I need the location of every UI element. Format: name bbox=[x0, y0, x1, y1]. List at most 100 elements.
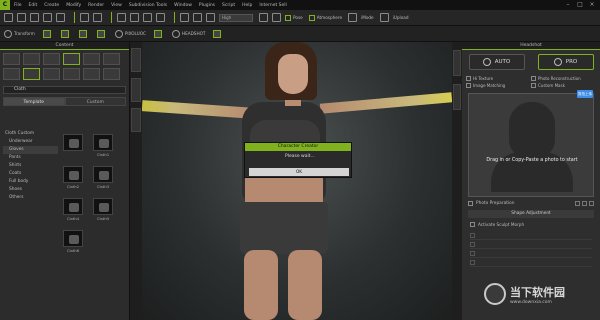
tree-item[interactable]: Gloves bbox=[3, 146, 58, 154]
tree-item[interactable]: Cloth Custom bbox=[3, 130, 58, 138]
menu-script[interactable]: Script bbox=[222, 3, 235, 8]
category-icon[interactable] bbox=[103, 68, 120, 80]
side-tab[interactable] bbox=[131, 78, 141, 102]
zoom-icon[interactable] bbox=[206, 13, 215, 22]
adjustment-item[interactable] bbox=[470, 231, 592, 240]
tree-item[interactable]: Shoes bbox=[3, 186, 58, 194]
checkbox[interactable] bbox=[468, 201, 473, 206]
tab-template[interactable]: Template bbox=[3, 97, 65, 106]
checkbox[interactable] bbox=[470, 259, 475, 265]
option-image-matching[interactable]: Image Matching bbox=[466, 83, 531, 88]
atmosphere-checkbox[interactable] bbox=[308, 14, 315, 21]
tree-item[interactable]: Coats bbox=[3, 170, 58, 178]
menu-edit[interactable]: Edit bbox=[29, 3, 38, 8]
redo-icon[interactable] bbox=[93, 13, 102, 22]
light-icon[interactable] bbox=[259, 13, 268, 22]
category-icon[interactable] bbox=[43, 68, 60, 80]
menu-internet-sell[interactable]: Internet Sell bbox=[259, 3, 286, 8]
minimize-icon[interactable]: – bbox=[562, 0, 574, 10]
pose-checkbox[interactable] bbox=[285, 14, 291, 21]
side-tab[interactable] bbox=[131, 48, 141, 72]
quality-select[interactable]: High bbox=[219, 13, 253, 22]
thumbnail[interactable] bbox=[62, 134, 84, 158]
export-icon[interactable] bbox=[56, 13, 65, 22]
tool-icon[interactable] bbox=[42, 29, 51, 38]
tree-item[interactable]: Underwear bbox=[3, 138, 58, 146]
checkbox[interactable] bbox=[531, 83, 536, 88]
control-icon[interactable] bbox=[589, 201, 594, 206]
category-icon[interactable] bbox=[63, 68, 80, 80]
checkbox[interactable] bbox=[470, 241, 475, 247]
thumbnail[interactable]: Cloth2 bbox=[62, 166, 84, 190]
upload-icon[interactable] bbox=[379, 13, 389, 22]
3d-viewport[interactable] bbox=[142, 42, 452, 320]
tree-item[interactable]: Full body bbox=[3, 178, 58, 186]
menu-help[interactable]: Help bbox=[242, 3, 252, 8]
tree-item[interactable]: Pants bbox=[3, 154, 58, 162]
auto-mode-button[interactable]: AUTO bbox=[468, 54, 525, 70]
menu-window[interactable]: Window bbox=[174, 3, 192, 8]
rotate-icon[interactable] bbox=[143, 13, 152, 22]
category-icon[interactable] bbox=[43, 53, 60, 65]
adjustment-item[interactable] bbox=[470, 249, 592, 258]
thumbnail[interactable]: Cloth5 bbox=[92, 198, 114, 222]
transform-button[interactable]: Transform bbox=[4, 29, 35, 38]
option-custom-mask[interactable]: Custom Mask bbox=[531, 83, 596, 88]
category-icon[interactable] bbox=[3, 68, 20, 80]
content-path[interactable]: Cloth bbox=[3, 86, 126, 94]
tab-custom[interactable]: Custom bbox=[64, 97, 126, 106]
grid-icon[interactable] bbox=[272, 13, 281, 22]
photo-drop-zone[interactable]: 剪拍上传 Drag in or Copy-Paste a photo to st… bbox=[468, 90, 594, 197]
move-icon[interactable] bbox=[130, 13, 139, 22]
tree-item[interactable]: Others bbox=[3, 194, 58, 202]
pixie-button[interactable]: PIXOLUOC bbox=[114, 29, 146, 38]
menu-plugins[interactable]: Plugins bbox=[199, 3, 215, 8]
tool-icon[interactable] bbox=[96, 29, 105, 38]
menu-view[interactable]: View bbox=[111, 3, 122, 8]
import-icon[interactable] bbox=[43, 13, 52, 22]
maximize-icon[interactable]: □ bbox=[574, 0, 586, 10]
menu-create[interactable]: Create bbox=[44, 3, 59, 8]
iupload-label[interactable]: iUpload bbox=[393, 15, 409, 20]
headshot-button[interactable]: HEADSHOT bbox=[171, 29, 205, 38]
upload-badge[interactable]: 剪拍上传 bbox=[577, 90, 593, 98]
category-icon[interactable] bbox=[83, 68, 100, 80]
checkbox[interactable] bbox=[470, 222, 475, 227]
close-icon[interactable]: × bbox=[586, 0, 598, 10]
option-photo-reconstruction[interactable]: Photo Reconstruction bbox=[531, 76, 596, 81]
side-tab[interactable] bbox=[131, 108, 141, 132]
tree-item[interactable]: Shirts bbox=[3, 162, 58, 170]
trash-icon[interactable] bbox=[213, 29, 222, 38]
adjustment-item[interactable] bbox=[470, 258, 592, 267]
control-icon[interactable] bbox=[575, 201, 580, 206]
checkbox[interactable] bbox=[470, 250, 475, 256]
tool-icon[interactable] bbox=[78, 29, 87, 38]
tool-icon[interactable] bbox=[60, 29, 69, 38]
category-icon[interactable] bbox=[3, 53, 20, 65]
thumbnail[interactable]: Cloth3 bbox=[92, 166, 114, 190]
ok-button[interactable]: OK bbox=[249, 168, 349, 176]
mode-icon[interactable] bbox=[348, 13, 358, 22]
scale-icon[interactable] bbox=[156, 13, 165, 22]
menu-subdivision-tools[interactable]: Subdivision Tools bbox=[129, 3, 167, 8]
menu-file[interactable]: File bbox=[14, 3, 22, 8]
checkbox[interactable] bbox=[466, 76, 471, 81]
adjustment-item[interactable] bbox=[470, 240, 592, 249]
checkbox[interactable] bbox=[466, 83, 471, 88]
side-tab[interactable] bbox=[453, 84, 461, 110]
thumbnail[interactable]: Cloth4 bbox=[62, 198, 84, 222]
category-icon[interactable] bbox=[103, 53, 120, 65]
thumbnail[interactable]: Cloth1 bbox=[92, 134, 114, 158]
tool-icon[interactable] bbox=[153, 29, 162, 38]
category-icon[interactable] bbox=[63, 53, 80, 65]
new-file-icon[interactable] bbox=[4, 13, 13, 22]
control-icon[interactable] bbox=[582, 201, 587, 206]
option-hi-texture[interactable]: Hi Texture bbox=[466, 76, 531, 81]
camera-icon[interactable] bbox=[180, 13, 189, 22]
checkbox[interactable] bbox=[531, 76, 536, 81]
category-icon[interactable] bbox=[83, 53, 100, 65]
category-icon[interactable] bbox=[23, 53, 40, 65]
open-folder-icon[interactable] bbox=[17, 13, 26, 22]
orbit-icon[interactable] bbox=[193, 13, 202, 22]
menu-render[interactable]: Render bbox=[88, 3, 104, 8]
